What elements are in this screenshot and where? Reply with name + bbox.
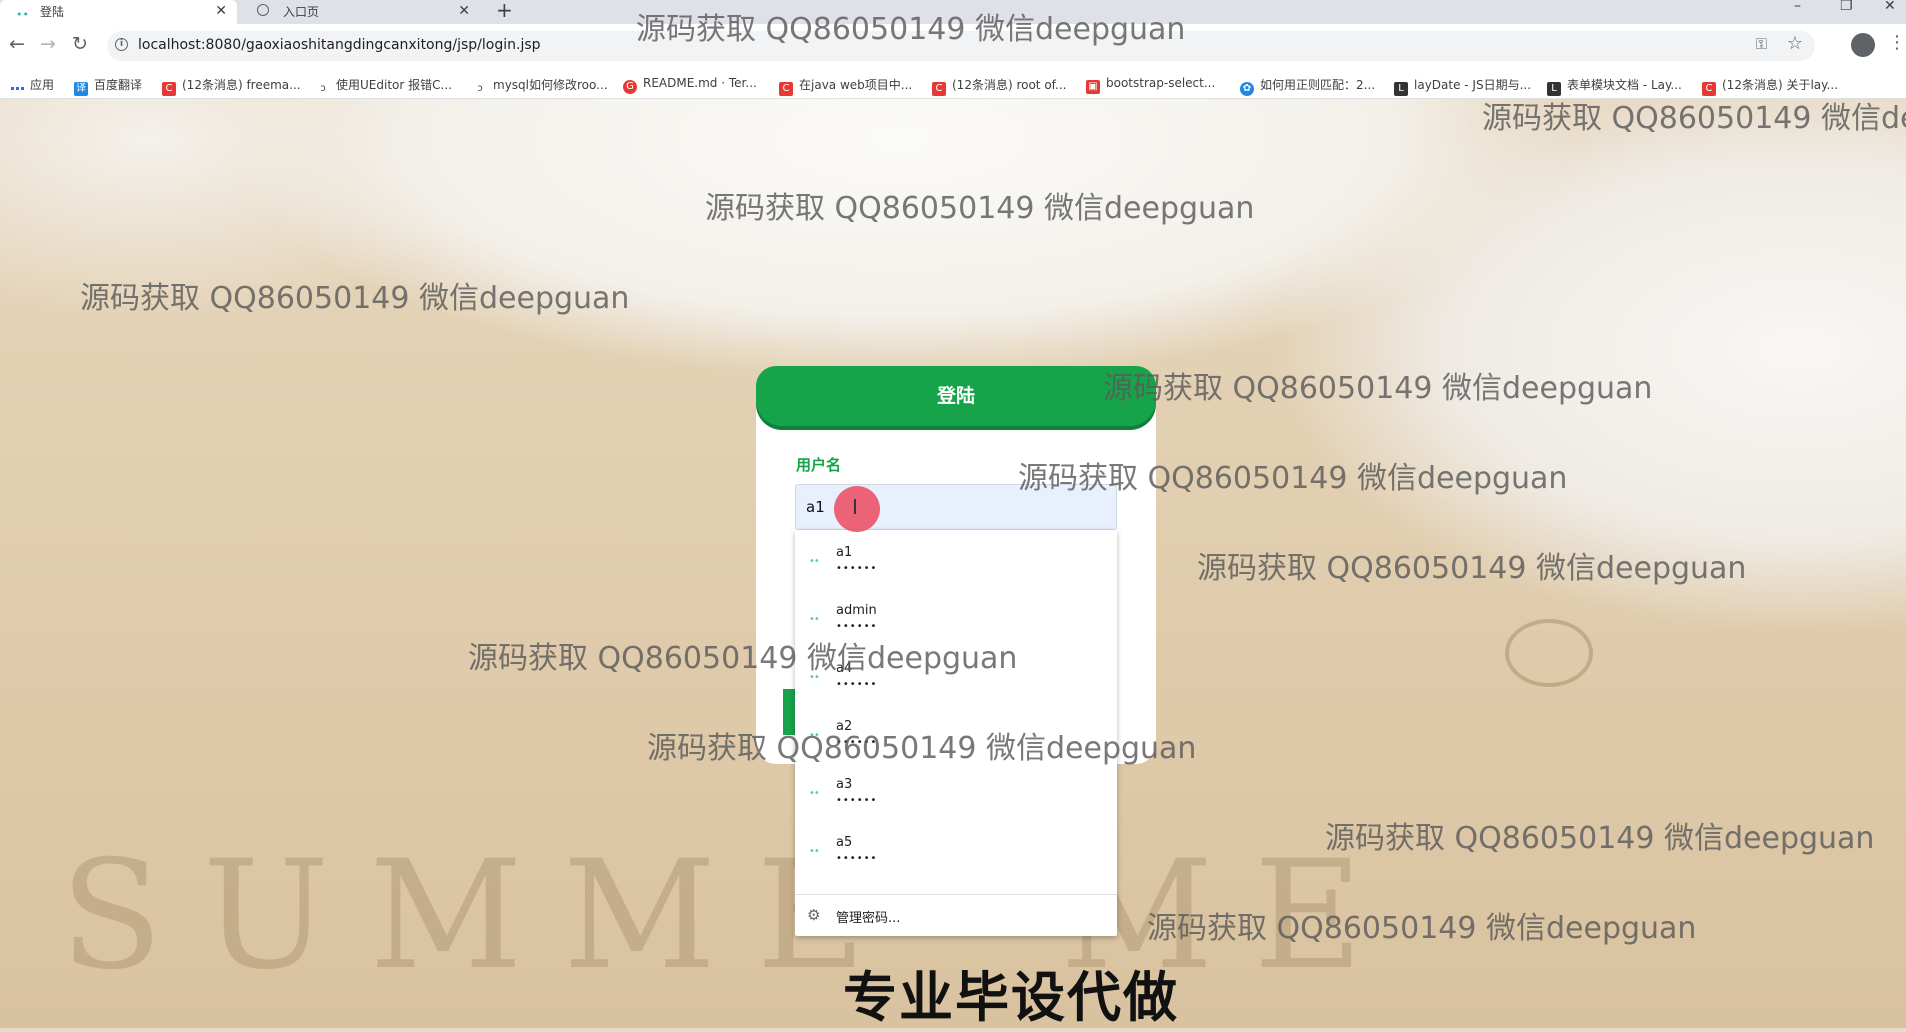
bookmark-label: (12条消息) root of... bbox=[952, 78, 1067, 92]
bookmark-item[interactable]: C (12条消息) root of... bbox=[932, 76, 1066, 96]
autofill-username: a5 bbox=[836, 835, 853, 850]
watermark: 源码获取 QQ86050149 微信deepguan bbox=[1325, 821, 1875, 856]
sand-drawing: SUMME bbox=[60, 829, 906, 1003]
key-icon[interactable]: ⚿ bbox=[1756, 35, 1767, 53]
page-icon: ↄ bbox=[477, 83, 483, 94]
layui-icon: L bbox=[1394, 82, 1408, 96]
back-icon[interactable]: ← bbox=[9, 33, 25, 55]
manage-passwords-item[interactable]: ⚙ 管理密码... bbox=[795, 896, 1117, 936]
csdn-icon: C bbox=[162, 82, 176, 96]
watermark: 源码获取 QQ86050149 微信deepguan bbox=[1018, 461, 1568, 496]
tab-favicon-icon: •• bbox=[16, 8, 29, 21]
key-icon: •• bbox=[809, 614, 820, 625]
autofill-username: a3 bbox=[836, 777, 853, 792]
watermark: 源码获取 QQ86050149 微信deepguan bbox=[1103, 371, 1653, 406]
key-icon: •• bbox=[809, 788, 820, 799]
tab-login[interactable]: •• 登陆 ✕ bbox=[0, 0, 237, 24]
key-icon: •• bbox=[809, 556, 820, 567]
baidu-icon: ✿ bbox=[1240, 82, 1254, 96]
username-label: 用户名 bbox=[796, 456, 842, 474]
promo-banner: 专业毕设代做 bbox=[843, 966, 1179, 1029]
autofill-item[interactable]: •• a1 •••••• bbox=[795, 530, 1117, 588]
manage-passwords-label: 管理密码... bbox=[836, 911, 901, 926]
bookmark-label: (12条消息) freema... bbox=[182, 78, 301, 92]
url-text: localhost:8080/gaoxiaoshitangdingcanxito… bbox=[138, 37, 541, 53]
tab-entry[interactable]: 入口页 ✕ bbox=[243, 0, 480, 24]
bookmark-item[interactable]: ↄ 使用UEditor 报错C... bbox=[316, 76, 452, 96]
bookmark-label: 在java web项目中... bbox=[799, 78, 913, 92]
bookmark-item[interactable]: 译百度翻译 bbox=[74, 76, 142, 96]
bookmark-star-icon[interactable]: ☆ bbox=[1787, 33, 1803, 54]
text-cursor-icon: I bbox=[852, 495, 858, 519]
autofill-password: •••••• bbox=[836, 621, 878, 632]
bookmark-label: 如何用正则匹配：2... bbox=[1260, 78, 1376, 92]
bookmark-label: (12条消息) 关于lay... bbox=[1722, 78, 1838, 92]
bookmark-apps[interactable]: 应用 bbox=[10, 76, 54, 100]
tab-title: 登陆 bbox=[40, 5, 65, 19]
autofill-username: admin bbox=[836, 603, 877, 618]
watermark: 源码获取 QQ86050149 微信deepguan bbox=[647, 731, 1197, 766]
browser-menu-icon[interactable]: ⋮ bbox=[1888, 32, 1906, 53]
gitee-icon: G bbox=[623, 80, 637, 94]
gear-icon: ⚙ bbox=[807, 906, 821, 924]
bookmark-label: layDate - JS日期与... bbox=[1414, 78, 1532, 92]
site-info-icon[interactable]: i bbox=[115, 38, 128, 51]
login-header: 登陆 bbox=[756, 366, 1156, 426]
restore-icon[interactable]: ❐ bbox=[1840, 0, 1853, 14]
watermark: 源码获取 QQ86050149 微信deepguan bbox=[468, 641, 1018, 676]
watermark: 源码获取 QQ86050149 微信deepguan bbox=[1197, 551, 1747, 586]
watermark: 源码获取 QQ86050149 微信deepguan bbox=[1482, 101, 1906, 136]
divider bbox=[795, 894, 1117, 895]
csdn-icon: C bbox=[932, 82, 946, 96]
page-icon: ▣ bbox=[1086, 80, 1100, 94]
autofill-password: •••••• bbox=[836, 795, 878, 806]
bookmark-item[interactable]: ↄ mysql如何修改roo... bbox=[473, 76, 608, 96]
apps-icon bbox=[10, 86, 24, 100]
bookmark-label: 使用UEditor 报错C... bbox=[336, 78, 452, 92]
autofill-item[interactable]: •• a3 •••••• bbox=[795, 762, 1117, 820]
watermark: 源码获取 QQ86050149 微信deepguan bbox=[1147, 911, 1697, 946]
bookmark-item[interactable]: G README.md · Ter... bbox=[623, 76, 757, 94]
globe-icon bbox=[257, 4, 269, 16]
forward-icon[interactable]: → bbox=[40, 33, 56, 55]
tab-title: 入口页 bbox=[283, 5, 320, 19]
profile-avatar-icon[interactable] bbox=[1851, 33, 1875, 57]
new-tab-button[interactable]: + bbox=[496, 0, 513, 22]
sand-sun-drawing bbox=[1505, 619, 1593, 687]
bookmark-label: README.md · Ter... bbox=[643, 76, 757, 90]
bookmark-label: 应用 bbox=[30, 78, 55, 92]
window-close-icon[interactable]: ✕ bbox=[1884, 0, 1896, 14]
autofill-password: •••••• bbox=[836, 679, 878, 690]
page-icon: ↄ bbox=[320, 83, 326, 94]
autofill-password: •••••• bbox=[836, 563, 878, 574]
autofill-password: •••••• bbox=[836, 853, 878, 864]
tab-close-icon[interactable]: ✕ bbox=[215, 0, 227, 22]
autofill-item[interactable]: •• a5 •••••• bbox=[795, 820, 1117, 878]
watermark: 源码获取 QQ86050149 微信deepguan bbox=[705, 191, 1255, 226]
watermark: 源码获取 QQ86050149 微信deepguan bbox=[636, 12, 1186, 47]
translate-icon: 译 bbox=[74, 82, 88, 96]
bookmark-item[interactable]: C (12条消息) freema... bbox=[162, 76, 301, 96]
bookmark-item[interactable]: ▣ bootstrap-select... bbox=[1086, 76, 1215, 94]
minimize-icon[interactable]: – bbox=[1794, 0, 1801, 14]
bookmark-label: bootstrap-select... bbox=[1106, 76, 1216, 90]
autofill-username: a1 bbox=[836, 545, 853, 560]
watermark: 源码获取 QQ86050149 微信deepguan bbox=[80, 281, 630, 316]
reload-icon[interactable]: ↻ bbox=[72, 33, 88, 55]
bookmark-item[interactable]: C 在java web项目中... bbox=[779, 76, 912, 96]
bookmark-label: 表单模块文档 - Lay... bbox=[1567, 78, 1682, 92]
bookmark-item[interactable]: ✿ 如何用正则匹配：2... bbox=[1240, 76, 1375, 96]
bookmark-label: 百度翻译 bbox=[94, 78, 143, 92]
csdn-icon: C bbox=[779, 82, 793, 96]
key-icon: •• bbox=[809, 846, 820, 857]
bookmark-label: mysql如何修改roo... bbox=[493, 78, 608, 92]
tab-close-icon[interactable]: ✕ bbox=[458, 0, 470, 22]
